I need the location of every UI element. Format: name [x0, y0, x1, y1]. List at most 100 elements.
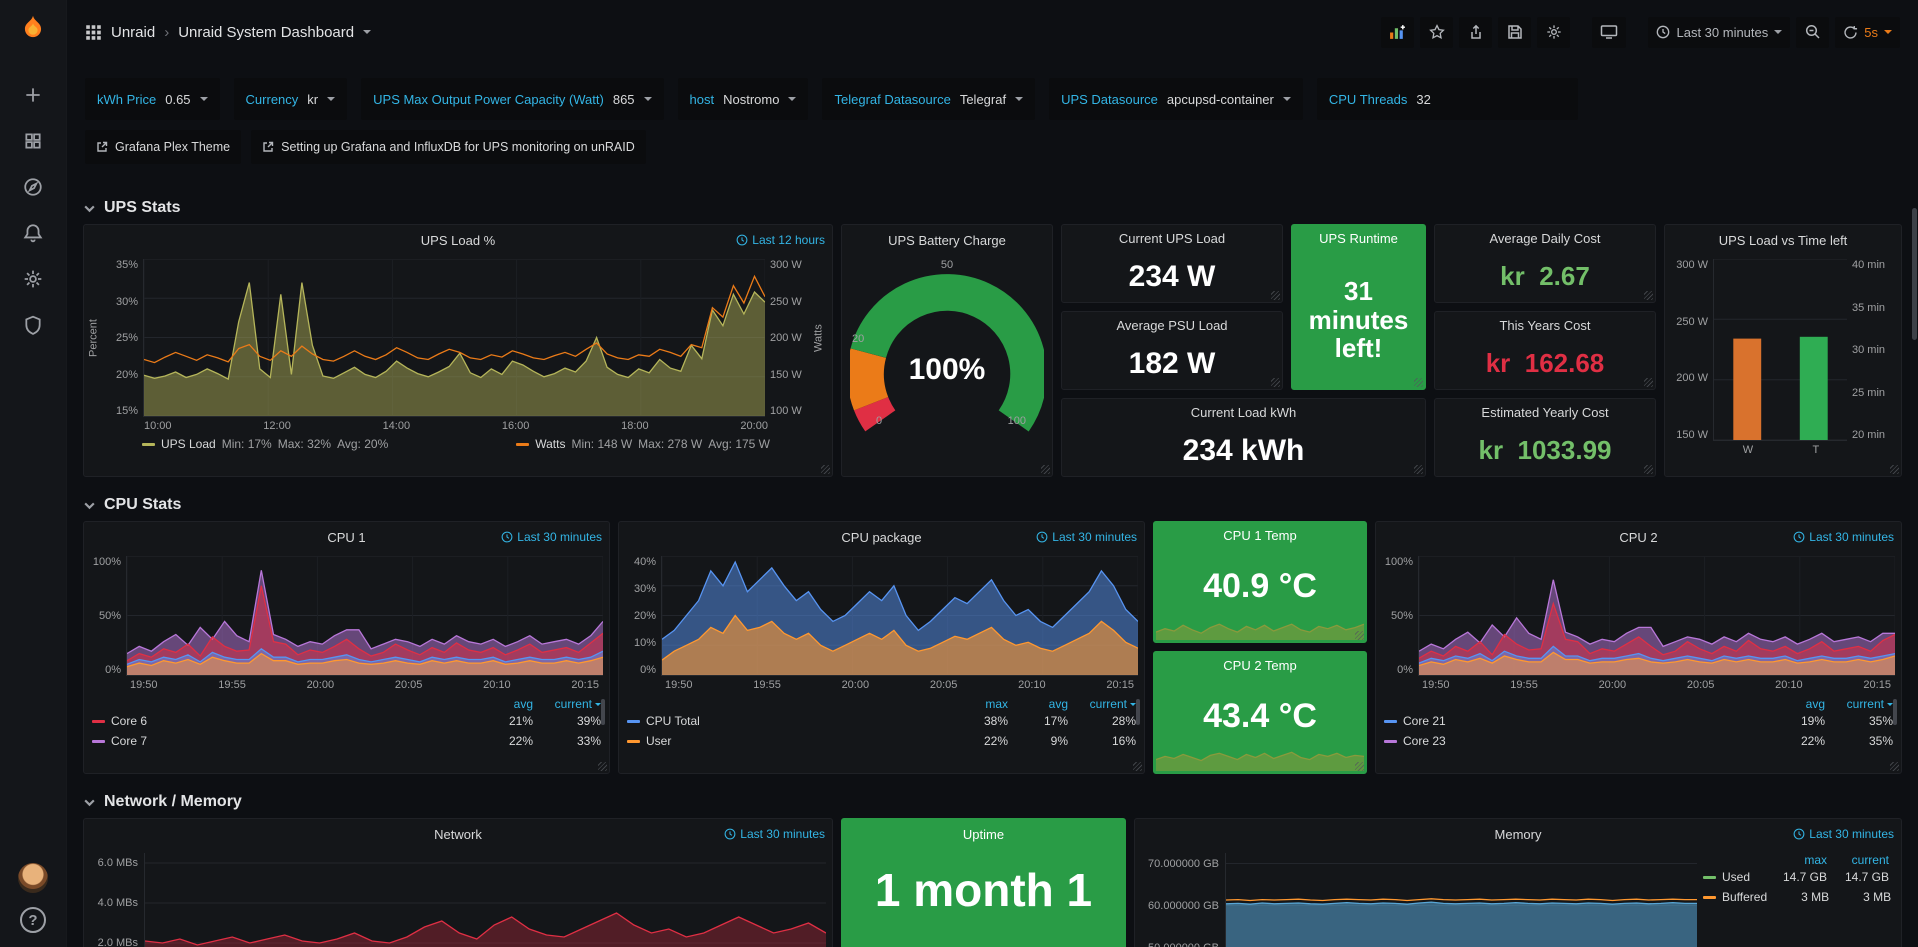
variable-value[interactable]: Nostromo: [723, 92, 779, 107]
variable-cpu-threads[interactable]: CPU Threads 32: [1317, 78, 1579, 120]
sidebar-explore-button[interactable]: [13, 164, 53, 210]
page-scrollbar[interactable]: [1912, 208, 1917, 340]
panel-title[interactable]: UPS Runtime: [1319, 231, 1398, 246]
variable-ups-max-output[interactable]: UPS Max Output Power Capacity (Watt) 865: [361, 78, 663, 120]
panel-title[interactable]: CPU 1: [327, 530, 365, 545]
plot-area[interactable]: [1713, 259, 1847, 441]
legend-header-max[interactable]: max: [944, 697, 1008, 711]
legend-header-max[interactable]: max: [1769, 853, 1827, 867]
breadcrumb[interactable]: Unraid › Unraid System Dashboard: [85, 24, 371, 41]
panel-header[interactable]: Estimated Yearly Cost: [1435, 399, 1655, 425]
variable-value-input[interactable]: 32: [1416, 92, 1566, 107]
panel-title[interactable]: Uptime: [963, 827, 1004, 842]
panel-header[interactable]: CPU 1 Last 30 minutes: [84, 522, 609, 552]
legend-scrollbar[interactable]: [1893, 699, 1897, 725]
sidebar-configuration-button[interactable]: [13, 256, 53, 302]
panel-header[interactable]: Average Daily Cost: [1435, 225, 1655, 251]
dashboard-link-grafana-plex-theme[interactable]: Grafana Plex Theme: [85, 130, 241, 164]
sidebar-dashboards-button[interactable]: [13, 118, 53, 164]
plot-area[interactable]: [144, 853, 826, 947]
legend-series-name[interactable]: Buffered: [1722, 890, 1767, 904]
panel-header[interactable]: CPU package Last 30 minutes: [619, 522, 1144, 552]
panel-header[interactable]: UPS Battery Charge: [842, 225, 1052, 255]
panel-header[interactable]: Current UPS Load: [1062, 225, 1282, 251]
dashboard-link-ups-monitoring-guide[interactable]: Setting up Grafana and InfluxDB for UPS …: [251, 130, 646, 164]
legend-series-name[interactable]: Core 6: [111, 714, 147, 728]
refresh-button[interactable]: 5s: [1835, 17, 1900, 48]
plot-area[interactable]: [126, 556, 603, 676]
legend-series-name[interactable]: User: [646, 734, 671, 748]
variable-value[interactable]: Telegraf: [960, 92, 1006, 107]
legend-series-name[interactable]: CPU Total: [646, 714, 700, 728]
panel-header[interactable]: Network Last 30 minutes: [84, 819, 832, 849]
legend-scrollbar[interactable]: [601, 699, 605, 725]
sidebar-create-button[interactable]: [13, 72, 53, 118]
variable-kwh-price[interactable]: kWh Price 0.65: [85, 78, 220, 120]
variable-ups-datasource[interactable]: UPS Datasource apcupsd-container: [1049, 78, 1303, 120]
avatar[interactable]: [18, 863, 48, 893]
legend-header-current[interactable]: current: [1831, 853, 1889, 867]
panel-header[interactable]: This Years Cost: [1435, 312, 1655, 338]
plot-area[interactable]: [661, 556, 1138, 676]
panel-title[interactable]: This Years Cost: [1499, 318, 1590, 333]
variable-host[interactable]: host Nostromo: [678, 78, 809, 120]
panel-title[interactable]: Network: [434, 827, 482, 842]
panel-title[interactable]: Average Daily Cost: [1489, 231, 1600, 246]
breadcrumb-dashboard[interactable]: Unraid System Dashboard: [178, 24, 354, 41]
panel-title[interactable]: CPU 1 Temp: [1223, 528, 1296, 543]
variable-currency[interactable]: Currency kr: [234, 78, 348, 120]
sidebar-admin-button[interactable]: [13, 302, 53, 348]
plot-area[interactable]: [1225, 853, 1697, 947]
sidebar-help-button[interactable]: ?: [20, 907, 46, 933]
panel-header[interactable]: Current Load kWh: [1062, 399, 1425, 425]
panel-title[interactable]: UPS Battery Charge: [888, 233, 1006, 248]
legend-series-name[interactable]: Used: [1722, 870, 1750, 884]
legend-header-current[interactable]: current: [1829, 697, 1893, 711]
panel-header[interactable]: CPU 2 Temp: [1154, 652, 1366, 678]
legend-series-name[interactable]: Core 21: [1403, 714, 1446, 728]
panel-header[interactable]: CPU 2 Last 30 minutes: [1376, 522, 1901, 552]
panel-title[interactable]: Current UPS Load: [1119, 231, 1225, 246]
variable-telegraf-datasource[interactable]: Telegraf Datasource Telegraf: [822, 78, 1035, 120]
breadcrumb-app[interactable]: Unraid: [111, 24, 155, 41]
legend-series-name[interactable]: Core 23: [1403, 734, 1446, 748]
add-panel-button[interactable]: [1381, 17, 1414, 48]
panel-header[interactable]: UPS Load vs Time left: [1665, 225, 1901, 255]
plot-area[interactable]: [143, 259, 765, 417]
legend-series-name[interactable]: Watts: [535, 437, 565, 451]
legend-header-avg[interactable]: avg: [1012, 697, 1068, 711]
panel-title[interactable]: Current Load kWh: [1191, 405, 1297, 420]
variable-value[interactable]: kr: [307, 92, 318, 107]
panel-header[interactable]: UPS Load % Last 12 hours: [84, 225, 832, 255]
legend-header-current[interactable]: current: [537, 697, 601, 711]
panel-header[interactable]: CPU 1 Temp: [1154, 522, 1366, 548]
legend-scrollbar[interactable]: [1136, 699, 1140, 725]
panel-header[interactable]: Average PSU Load: [1062, 312, 1282, 338]
save-button[interactable]: [1498, 17, 1531, 48]
cycle-view-button[interactable]: [1592, 17, 1626, 48]
variable-value[interactable]: 865: [613, 92, 635, 107]
legend-header-avg[interactable]: avg: [469, 697, 533, 711]
panel-title[interactable]: Memory: [1495, 827, 1542, 842]
panel-title[interactable]: CPU 2: [1619, 530, 1657, 545]
legend-series-name[interactable]: UPS Load: [161, 437, 216, 451]
time-range-picker[interactable]: Last 30 minutes: [1648, 17, 1790, 48]
dashboard-settings-button[interactable]: [1537, 17, 1570, 48]
panel-header[interactable]: Memory Last 30 minutes: [1135, 819, 1901, 849]
panel-title[interactable]: CPU 2 Temp: [1223, 658, 1296, 673]
grafana-logo[interactable]: [16, 12, 50, 46]
panel-header[interactable]: Uptime: [842, 819, 1125, 849]
variable-value[interactable]: apcupsd-container: [1167, 92, 1274, 107]
share-button[interactable]: [1459, 17, 1492, 48]
row-header-ups-stats[interactable]: UPS Stats: [83, 192, 1902, 224]
panel-title[interactable]: CPU package: [841, 530, 921, 545]
sidebar-alerting-button[interactable]: [13, 210, 53, 256]
panel-title[interactable]: Estimated Yearly Cost: [1481, 405, 1608, 420]
panel-title[interactable]: UPS Load vs Time left: [1719, 233, 1848, 248]
panel-title[interactable]: Average PSU Load: [1116, 318, 1227, 333]
legend-header-avg[interactable]: avg: [1761, 697, 1825, 711]
row-header-cpu-stats[interactable]: CPU Stats: [83, 489, 1902, 521]
variable-value[interactable]: 0.65: [165, 92, 190, 107]
star-button[interactable]: [1420, 17, 1453, 48]
zoom-out-button[interactable]: [1796, 17, 1829, 48]
